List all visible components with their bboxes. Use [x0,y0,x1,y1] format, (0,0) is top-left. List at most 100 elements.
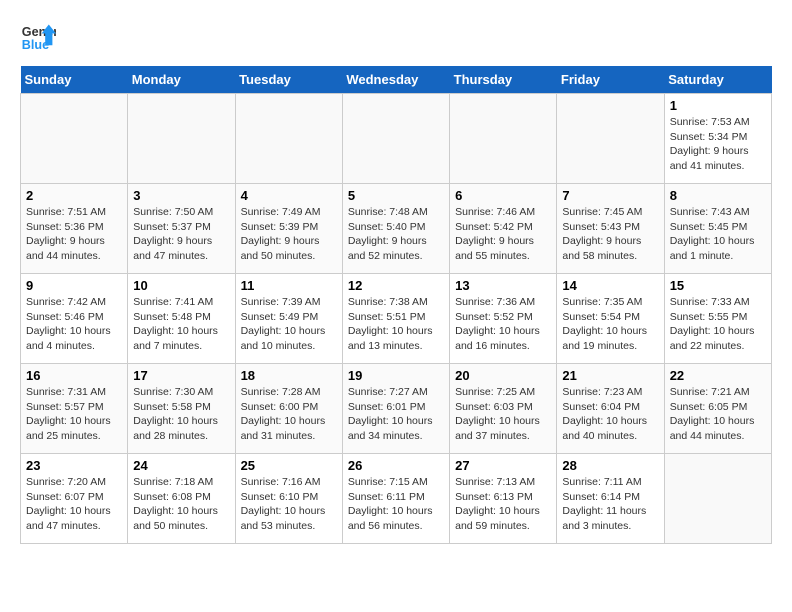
week-row-1: 1 Sunrise: 7:53 AM Sunset: 5:34 PM Daylig… [21,94,772,184]
day-number: 2 [26,188,122,203]
day-info: Sunrise: 7:16 AM Sunset: 6:10 PM Dayligh… [241,475,337,534]
day-cell: 3 Sunrise: 7:50 AM Sunset: 5:37 PM Daylig… [128,184,235,274]
day-cell: 8 Sunrise: 7:43 AM Sunset: 5:45 PM Daylig… [664,184,771,274]
day-info: Sunrise: 7:28 AM Sunset: 6:00 PM Dayligh… [241,385,337,444]
day-cell [450,94,557,184]
svg-text:Blue: Blue [22,38,49,52]
day-number: 6 [455,188,551,203]
day-cell: 26Sunrise: 7:15 AM Sunset: 6:11 PM Dayli… [342,454,449,544]
day-cell: 24Sunrise: 7:18 AM Sunset: 6:08 PM Dayli… [128,454,235,544]
day-info: Sunrise: 7:31 AM Sunset: 5:57 PM Dayligh… [26,385,122,444]
day-cell: 25 Sunrise: 7:16 AM Sunset: 6:10 PM Dayli… [235,454,342,544]
day-number: 28 [562,458,658,473]
day-number: 15 [670,278,766,293]
weekday-header-thursday: Thursday [450,66,557,94]
day-number: 23 [26,458,122,473]
day-info: Sunrise: 7:20 AM Sunset: 6:07 PM Dayligh… [26,475,122,534]
day-cell: 18 Sunrise: 7:28 AM Sunset: 6:00 PM Dayli… [235,364,342,454]
logo-icon: General Blue [20,20,56,56]
day-cell: 4Sunrise: 7:49 AM Sunset: 5:39 PM Daylig… [235,184,342,274]
day-info: Sunrise: 7:45 AM Sunset: 5:43 PM Dayligh… [562,205,658,264]
day-number: 19 [348,368,444,383]
day-number: 14 [562,278,658,293]
day-info: Sunrise: 7:18 AM Sunset: 6:08 PM Dayligh… [133,475,229,534]
day-cell: 14 Sunrise: 7:35 AM Sunset: 5:54 PM Dayli… [557,274,664,364]
day-cell: 13 Sunrise: 7:36 AM Sunset: 5:52 PM Dayli… [450,274,557,364]
day-cell [664,454,771,544]
day-cell: 9 Sunrise: 7:42 AM Sunset: 5:46 PM Daylig… [21,274,128,364]
day-cell: 19 Sunrise: 7:27 AM Sunset: 6:01 PM Dayli… [342,364,449,454]
day-info: Sunrise: 7:38 AM Sunset: 5:51 PM Dayligh… [348,295,444,354]
day-cell: 6Sunrise: 7:46 AM Sunset: 5:42 PM Daylig… [450,184,557,274]
day-cell [342,94,449,184]
day-cell: 1 Sunrise: 7:53 AM Sunset: 5:34 PM Daylig… [664,94,771,184]
weekday-header-monday: Monday [128,66,235,94]
day-info: Sunrise: 7:25 AM Sunset: 6:03 PM Dayligh… [455,385,551,444]
day-info: Sunrise: 7:39 AM Sunset: 5:49 PM Dayligh… [241,295,337,354]
day-info: Sunrise: 7:43 AM Sunset: 5:45 PM Dayligh… [670,205,766,264]
day-number: 27 [455,458,551,473]
day-info: Sunrise: 7:27 AM Sunset: 6:01 PM Dayligh… [348,385,444,444]
day-number: 9 [26,278,122,293]
weekday-header-row: SundayMondayTuesdayWednesdayThursdayFrid… [21,66,772,94]
day-info: Sunrise: 7:23 AM Sunset: 6:04 PM Dayligh… [562,385,658,444]
day-cell: 27 Sunrise: 7:13 AM Sunset: 6:13 PM Dayli… [450,454,557,544]
day-info: Sunrise: 7:36 AM Sunset: 5:52 PM Dayligh… [455,295,551,354]
weekday-header-friday: Friday [557,66,664,94]
header: General Blue [20,20,772,56]
day-cell: 12 Sunrise: 7:38 AM Sunset: 5:51 PM Dayli… [342,274,449,364]
day-number: 26 [348,458,444,473]
day-number: 21 [562,368,658,383]
day-cell: 15 Sunrise: 7:33 AM Sunset: 5:55 PM Dayli… [664,274,771,364]
day-cell: 7 Sunrise: 7:45 AM Sunset: 5:43 PM Daylig… [557,184,664,274]
day-cell [235,94,342,184]
day-info: Sunrise: 7:50 AM Sunset: 5:37 PM Dayligh… [133,205,229,264]
week-row-2: 2 Sunrise: 7:51 AM Sunset: 5:36 PM Daylig… [21,184,772,274]
day-number: 5 [348,188,444,203]
day-info: Sunrise: 7:51 AM Sunset: 5:36 PM Dayligh… [26,205,122,264]
day-number: 20 [455,368,551,383]
day-cell: 11 Sunrise: 7:39 AM Sunset: 5:49 PM Dayli… [235,274,342,364]
day-number: 18 [241,368,337,383]
day-cell [557,94,664,184]
week-row-4: 16 Sunrise: 7:31 AM Sunset: 5:57 PM Dayli… [21,364,772,454]
day-info: Sunrise: 7:21 AM Sunset: 6:05 PM Dayligh… [670,385,766,444]
day-cell: 10Sunrise: 7:41 AM Sunset: 5:48 PM Dayli… [128,274,235,364]
day-info: Sunrise: 7:35 AM Sunset: 5:54 PM Dayligh… [562,295,658,354]
day-info: Sunrise: 7:33 AM Sunset: 5:55 PM Dayligh… [670,295,766,354]
day-cell: 21 Sunrise: 7:23 AM Sunset: 6:04 PM Dayli… [557,364,664,454]
day-cell: 16 Sunrise: 7:31 AM Sunset: 5:57 PM Dayli… [21,364,128,454]
day-cell: 5Sunrise: 7:48 AM Sunset: 5:40 PM Daylig… [342,184,449,274]
day-cell: 20 Sunrise: 7:25 AM Sunset: 6:03 PM Dayli… [450,364,557,454]
day-info: Sunrise: 7:13 AM Sunset: 6:13 PM Dayligh… [455,475,551,534]
day-number: 3 [133,188,229,203]
calendar-table: SundayMondayTuesdayWednesdayThursdayFrid… [20,66,772,544]
day-number: 8 [670,188,766,203]
day-info: Sunrise: 7:53 AM Sunset: 5:34 PM Dayligh… [670,115,766,174]
day-number: 7 [562,188,658,203]
day-number: 25 [241,458,337,473]
day-number: 1 [670,98,766,113]
day-number: 16 [26,368,122,383]
day-cell: 23 Sunrise: 7:20 AM Sunset: 6:07 PM Dayli… [21,454,128,544]
day-cell: 2 Sunrise: 7:51 AM Sunset: 5:36 PM Daylig… [21,184,128,274]
day-cell: 22Sunrise: 7:21 AM Sunset: 6:05 PM Dayli… [664,364,771,454]
week-row-3: 9 Sunrise: 7:42 AM Sunset: 5:46 PM Daylig… [21,274,772,364]
day-info: Sunrise: 7:41 AM Sunset: 5:48 PM Dayligh… [133,295,229,354]
weekday-header-wednesday: Wednesday [342,66,449,94]
day-cell: 17 Sunrise: 7:30 AM Sunset: 5:58 PM Dayli… [128,364,235,454]
day-number: 17 [133,368,229,383]
day-number: 13 [455,278,551,293]
day-cell: 28 Sunrise: 7:11 AM Sunset: 6:14 PM Dayli… [557,454,664,544]
day-number: 12 [348,278,444,293]
day-info: Sunrise: 7:11 AM Sunset: 6:14 PM Dayligh… [562,475,658,534]
day-info: Sunrise: 7:49 AM Sunset: 5:39 PM Dayligh… [241,205,337,264]
day-cell [128,94,235,184]
day-info: Sunrise: 7:30 AM Sunset: 5:58 PM Dayligh… [133,385,229,444]
week-row-5: 23 Sunrise: 7:20 AM Sunset: 6:07 PM Dayli… [21,454,772,544]
day-info: Sunrise: 7:42 AM Sunset: 5:46 PM Dayligh… [26,295,122,354]
weekday-header-tuesday: Tuesday [235,66,342,94]
weekday-header-saturday: Saturday [664,66,771,94]
logo: General Blue [20,20,56,56]
day-number: 11 [241,278,337,293]
